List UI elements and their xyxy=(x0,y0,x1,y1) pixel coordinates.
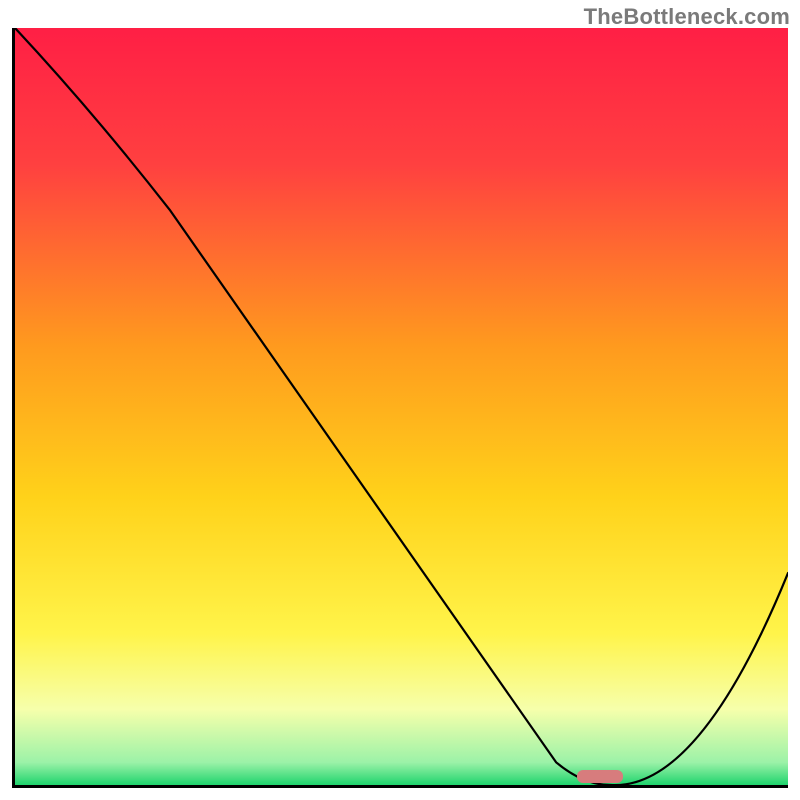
attribution-text: TheBottleneck.com xyxy=(584,4,790,30)
bottleneck-curve-path xyxy=(15,28,788,785)
chart-stage: TheBottleneck.com xyxy=(0,0,800,800)
optimal-range-marker xyxy=(577,770,623,783)
chart-plot-area xyxy=(12,28,788,788)
bottleneck-line-series xyxy=(15,28,788,785)
